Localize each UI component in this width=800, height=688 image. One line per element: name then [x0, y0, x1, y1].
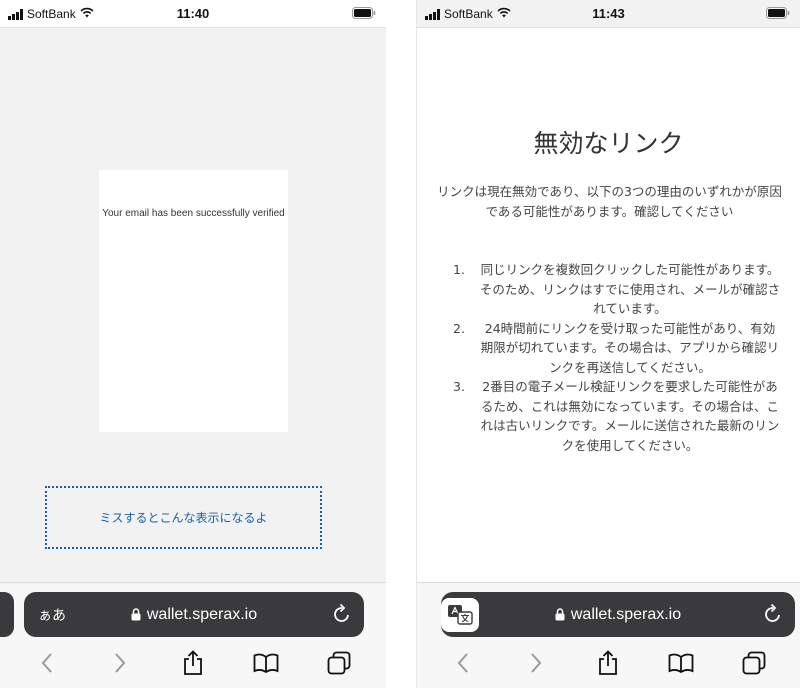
verified-message: Your email has been successfully verifie… [102, 208, 285, 219]
tabs-icon[interactable] [317, 645, 361, 681]
verification-card: Your email has been successfully verifie… [99, 170, 288, 432]
translate-icon[interactable] [441, 598, 479, 632]
right-phone-screen: SoftBank 11:43 無効なリンク リンクは現在無効であり、以下の3つの… [416, 0, 800, 688]
tabs-icon[interactable] [732, 645, 776, 681]
share-icon[interactable] [171, 645, 215, 681]
address-bar[interactable]: ぁあ wallet.sperax.io [24, 592, 364, 637]
lock-icon [555, 608, 565, 621]
list-number: 1. [453, 262, 465, 277]
browser-toolbar [417, 643, 800, 683]
intro-text: リンクは現在無効であり、以下の3つの理由のいずれかが原因である可能性があります。… [437, 184, 782, 219]
forward-icon[interactable] [514, 645, 558, 681]
page-title: 無効なリンク [533, 129, 684, 158]
status-bar: SoftBank 11:40 [0, 0, 386, 28]
bookmarks-icon[interactable] [244, 645, 288, 681]
list-item: 2. 24時間前にリンクを受け取った可能性があり、有効期限が切れています。その場… [441, 319, 781, 378]
list-number: 2. [453, 320, 465, 336]
url-display[interactable]: wallet.sperax.io [441, 606, 795, 624]
status-bar: SoftBank 11:43 [417, 0, 800, 28]
back-icon[interactable] [25, 645, 69, 681]
annotation-note: ミスするとこんな表示になるよ [45, 486, 322, 549]
forward-icon[interactable] [98, 645, 142, 681]
url-text: wallet.sperax.io [570, 605, 682, 623]
reload-icon[interactable] [763, 603, 783, 629]
bookmarks-icon[interactable] [659, 645, 703, 681]
lock-icon [131, 608, 141, 621]
reload-icon[interactable] [332, 603, 352, 629]
list-text: 24時間前にリンクを受け取った可能性があり、有効期限が切れています。その場合は、… [480, 320, 780, 375]
address-bar[interactable]: wallet.sperax.io [441, 592, 795, 637]
list-text: 2番目の電子メール検証リンクを要求した可能性があるため、これは無効になっています… [480, 379, 780, 453]
url-text: wallet.sperax.io [146, 605, 258, 623]
back-icon[interactable] [441, 645, 485, 681]
reasons-list: 1. 同じリンクを複数回クリックした可能性があります。そのため、リンクはすでに使… [441, 260, 781, 455]
browser-toolbar [0, 643, 386, 683]
list-item: 1. 同じリンクを複数回クリックした可能性があります。そのため、リンクはすでに使… [441, 260, 781, 319]
left-phone-screen: SoftBank 11:40 Your email has been succe… [0, 0, 386, 688]
list-number: 3. [453, 379, 465, 394]
battery-icon [352, 7, 376, 22]
share-icon[interactable] [586, 645, 630, 681]
status-time: 11:40 [176, 6, 210, 21]
list-item: 3. 2番目の電子メール検証リンクを要求した可能性があるため、これは無効になって… [441, 377, 781, 455]
previous-tab-bar[interactable] [0, 592, 14, 637]
url-display[interactable]: wallet.sperax.io [24, 606, 364, 624]
battery-icon [766, 7, 790, 22]
status-time: 11:43 [592, 6, 625, 21]
list-text: 同じリンクを複数回クリックした可能性があります。そのため、リンクはすでに使用され… [479, 262, 781, 316]
